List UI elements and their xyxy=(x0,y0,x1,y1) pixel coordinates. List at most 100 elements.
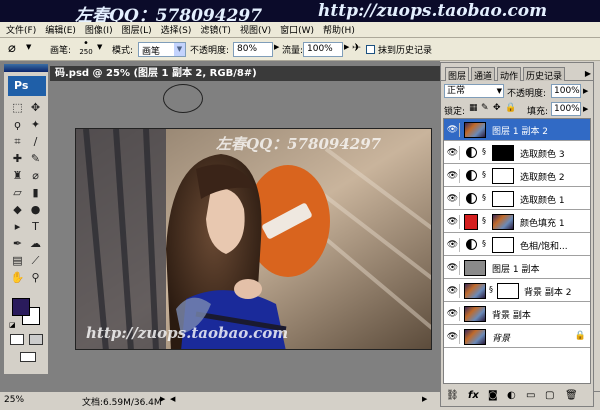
eraser-tool-icon[interactable]: ▱ xyxy=(9,185,26,201)
layer-row[interactable]: 👁 背景 🔒 xyxy=(444,326,590,348)
menu-select[interactable]: 选择(S) xyxy=(161,23,192,36)
layer-row[interactable]: 👁 § 颜色填充 1 xyxy=(444,211,590,233)
delete-layer-icon[interactable]: 🗑 xyxy=(565,390,578,401)
pen-tool-icon[interactable]: ✒ xyxy=(9,236,26,252)
ps-logo[interactable]: Ps xyxy=(8,76,46,96)
add-mask-icon[interactable]: ◙ xyxy=(488,390,498,401)
menu-filter[interactable]: 滤镜(T) xyxy=(200,23,231,36)
zoom-level[interactable]: 25% xyxy=(4,395,24,405)
tab-layers[interactable]: 图层 xyxy=(445,67,470,82)
marquee-tool-icon[interactable]: ⬚ xyxy=(9,100,26,116)
eyedropper-tool-icon[interactable]: ⟋ xyxy=(27,253,44,269)
chain-link-icon: § xyxy=(482,170,486,179)
document-title-bar[interactable]: 码.psd @ 25% (图层 1 副本 2, RGB/8#) xyxy=(50,66,440,81)
menu-edit[interactable]: 编辑(E) xyxy=(45,23,76,36)
status-scroll-left-icon[interactable]: ◀ xyxy=(170,395,175,403)
hand-tool-icon[interactable]: ✋ xyxy=(9,270,26,286)
mode-select[interactable]: 画笔 ▼ xyxy=(138,42,186,57)
type-tool-icon[interactable]: T xyxy=(27,219,44,235)
eye-icon[interactable]: 👁 xyxy=(446,330,460,344)
lock-transparent-icon[interactable]: ▦ xyxy=(469,103,478,113)
eye-icon[interactable]: 👁 xyxy=(446,261,460,275)
notes-tool-icon[interactable]: ▤ xyxy=(9,253,26,269)
layer-style-icon[interactable]: fx xyxy=(468,390,479,401)
eye-icon[interactable]: 👁 xyxy=(446,123,460,137)
link-layers-icon[interactable]: ⛓ xyxy=(446,390,459,401)
eye-icon[interactable]: 👁 xyxy=(446,284,460,298)
lock-all-icon[interactable]: 🔒 xyxy=(505,103,516,113)
layers-footer: ⛓ fx ◙ ◐ ▭ ▢ 🗑 xyxy=(441,388,593,406)
toolbox-title-bar[interactable] xyxy=(4,64,48,72)
magic-wand-tool-icon[interactable]: ✦ xyxy=(27,117,44,133)
tool-preset-chevron-icon[interactable]: ▼ xyxy=(26,43,31,51)
menu-file[interactable]: 文件(F) xyxy=(6,23,36,36)
layer-row[interactable]: 👁 背景 副本 xyxy=(444,303,590,325)
lock-position-icon[interactable]: ✥ xyxy=(493,103,501,113)
layer-row[interactable]: 👁 § 背景 副本 2 xyxy=(444,280,590,302)
blend-mode-select[interactable]: 正常 ▼ xyxy=(444,84,504,98)
history-brush-tool-icon[interactable]: ⌀ xyxy=(27,168,44,184)
flow-slider-icon[interactable]: ▶ xyxy=(344,43,349,51)
screen-mode-icon[interactable] xyxy=(20,352,36,362)
menu-help[interactable]: 帮助(H) xyxy=(323,23,355,36)
foreground-color-swatch[interactable] xyxy=(12,298,30,316)
tab-channels[interactable]: 通道 xyxy=(471,67,496,82)
new-adjustment-icon[interactable]: ◐ xyxy=(507,390,516,401)
eye-icon[interactable]: 👁 xyxy=(446,192,460,206)
status-menu-arrow-icon[interactable]: ▶ xyxy=(160,395,165,403)
brush-tool-icon[interactable]: ✎ xyxy=(27,151,44,167)
menu-view[interactable]: 视图(V) xyxy=(240,23,271,36)
document-canvas[interactable]: 左春QQ：578094297 http://zuops.taobao.com xyxy=(75,128,432,350)
brush-picker-chevron-icon[interactable]: ▼ xyxy=(97,43,102,51)
move-tool-icon[interactable]: ✥ xyxy=(27,100,44,116)
layer-row[interactable]: 👁 § 选取颜色 2 xyxy=(444,165,590,187)
fill-input[interactable]: 100% xyxy=(551,102,581,116)
panel-menu-icon[interactable]: ▶ xyxy=(585,69,591,78)
chain-link-icon: § xyxy=(482,147,486,156)
layer-opacity-input[interactable]: 100% xyxy=(551,84,581,98)
new-group-icon[interactable]: ▭ xyxy=(526,390,535,401)
layer-row[interactable]: 👁 § 色相/饱和... xyxy=(444,234,590,256)
default-colors-icon[interactable]: ◪ xyxy=(9,321,16,329)
eye-icon[interactable]: 👁 xyxy=(446,238,460,252)
flow-input[interactable]: 100% xyxy=(303,42,343,57)
shape-tool-icon[interactable]: ☁ xyxy=(27,236,44,252)
layer-row[interactable]: 👁 § 选取颜色 3 xyxy=(444,142,590,164)
layer-row[interactable]: 👁 § 选取颜色 1 xyxy=(444,188,590,210)
path-select-tool-icon[interactable]: ▸ xyxy=(9,219,26,235)
clone-stamp-tool-icon[interactable]: ♜ xyxy=(9,168,26,184)
tab-actions[interactable]: 动作 xyxy=(497,67,522,82)
brush-preview[interactable]: • 250 xyxy=(78,39,94,57)
standard-mode-icon[interactable] xyxy=(10,334,24,345)
dodge-tool-icon[interactable]: ● xyxy=(27,202,44,218)
eye-icon[interactable]: 👁 xyxy=(446,169,460,183)
zoom-tool-icon[interactable]: ⚲ xyxy=(27,270,44,286)
crop-tool-icon[interactable]: ⌗ xyxy=(9,134,26,150)
layer-row[interactable]: 👁 图层 1 副本 2 xyxy=(444,119,590,141)
layer-opacity-arrow-icon[interactable]: ▶ xyxy=(583,87,588,95)
opacity-slider-icon[interactable]: ▶ xyxy=(274,43,279,51)
opacity-input[interactable]: 80% xyxy=(233,42,273,57)
eye-icon[interactable]: 👁 xyxy=(446,215,460,229)
layer-mask-thumbnail xyxy=(492,191,514,207)
eye-icon[interactable]: 👁 xyxy=(446,307,460,321)
tab-history[interactable]: 历史记录 xyxy=(523,67,566,82)
airbrush-icon[interactable]: ✈ xyxy=(352,41,361,54)
eye-icon[interactable]: 👁 xyxy=(446,146,460,160)
menu-image[interactable]: 图像(I) xyxy=(85,23,113,36)
history-brush-tool-icon[interactable]: ⌀ xyxy=(8,41,16,56)
healing-brush-tool-icon[interactable]: ✚ xyxy=(9,151,26,167)
new-layer-icon[interactable]: ▢ xyxy=(545,390,554,401)
lock-pixels-icon[interactable]: ✎ xyxy=(481,103,489,113)
slice-tool-icon[interactable]: ∕ xyxy=(27,134,44,150)
gradient-tool-icon[interactable]: ▮ xyxy=(27,185,44,201)
menu-window[interactable]: 窗口(W) xyxy=(280,23,314,36)
lasso-tool-icon[interactable]: ϙ xyxy=(9,117,26,133)
menu-layer[interactable]: 图层(L) xyxy=(122,23,152,36)
quick-mask-icon[interactable] xyxy=(29,334,43,345)
fill-arrow-icon[interactable]: ▶ xyxy=(583,105,588,113)
blur-tool-icon[interactable]: ◆ xyxy=(9,202,26,218)
layer-row[interactable]: 👁 图层 1 副本 xyxy=(444,257,590,279)
status-scroll-right-icon[interactable]: ▶ xyxy=(422,395,427,403)
erase-to-history-checkbox[interactable] xyxy=(366,45,375,54)
